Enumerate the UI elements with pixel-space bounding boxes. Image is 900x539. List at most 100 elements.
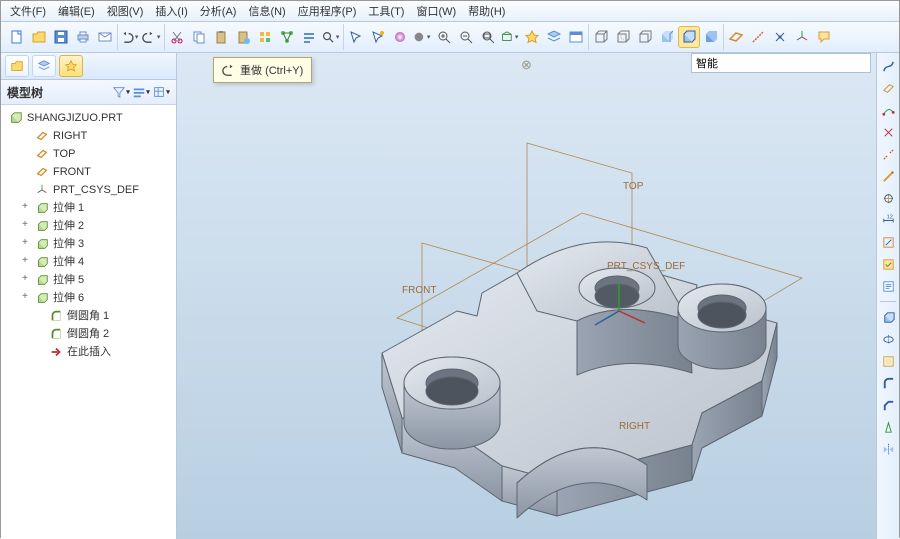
datum-plane-toggle-icon[interactable] xyxy=(726,27,746,47)
hidden-line-icon[interactable] xyxy=(613,27,633,47)
search-bar xyxy=(691,52,871,74)
extrude-tool-icon[interactable] xyxy=(879,308,897,326)
label-csys: PRT_CSYS_DEF xyxy=(607,261,685,272)
parameters-icon[interactable] xyxy=(299,27,319,47)
tree-root[interactable]: SHANGJIZUO.PRT xyxy=(1,109,176,127)
menu-help[interactable]: 帮助(H) xyxy=(463,1,510,21)
tree-twisty[interactable]: + xyxy=(19,289,31,307)
wireframe-icon[interactable] xyxy=(591,27,611,47)
datum-point-toggle-icon[interactable] xyxy=(770,27,790,47)
mirror-icon[interactable] xyxy=(879,440,897,458)
datum-axis-toggle-icon[interactable] xyxy=(748,27,768,47)
menu-view[interactable]: 视图(V) xyxy=(102,1,149,21)
chamfer-icon[interactable] xyxy=(879,396,897,414)
tree-node[interactable]: 倒圆角 1 xyxy=(1,307,176,325)
new-file-icon[interactable] xyxy=(7,27,27,47)
view-mgr-icon[interactable] xyxy=(566,27,586,47)
undo-icon[interactable]: ▾ xyxy=(120,27,140,47)
tree-twisty[interactable]: + xyxy=(19,199,31,217)
tree-twisty[interactable]: + xyxy=(19,235,31,253)
label-top: TOP xyxy=(623,181,643,192)
no-hidden-icon[interactable] xyxy=(635,27,655,47)
viewport-3d[interactable]: ⊗ xyxy=(177,53,876,539)
select-chain-icon[interactable] xyxy=(368,27,388,47)
orient-icon[interactable]: ▾ xyxy=(500,27,520,47)
mail-icon[interactable] xyxy=(95,27,115,47)
dim-icon[interactable]: 12 xyxy=(879,211,897,229)
tree-node[interactable]: 在此插入 xyxy=(1,343,176,361)
paste-special-icon[interactable] xyxy=(233,27,253,47)
tree-node[interactable]: +拉伸 3 xyxy=(1,235,176,253)
annotations-toggle-icon[interactable] xyxy=(814,27,834,47)
tree-filter-icon[interactable]: ▾ xyxy=(112,83,130,101)
tree-node[interactable]: 倒圆角 2 xyxy=(1,325,176,343)
draft-icon[interactable] xyxy=(879,418,897,436)
save-icon[interactable] xyxy=(51,27,71,47)
sketch-icon[interactable] xyxy=(879,233,897,251)
tree-node[interactable]: RIGHT xyxy=(1,127,176,145)
sweep-icon[interactable] xyxy=(879,189,897,207)
regenerate-icon[interactable] xyxy=(255,27,275,47)
axis-red-icon[interactable] xyxy=(879,145,897,163)
tree-settings-icon[interactable]: ▾ xyxy=(152,83,170,101)
appearance-icon[interactable] xyxy=(390,27,410,47)
tree-node[interactable]: +拉伸 4 xyxy=(1,253,176,271)
find-icon[interactable]: ▾ xyxy=(321,27,341,47)
tree-node[interactable]: FRONT xyxy=(1,163,176,181)
note-icon[interactable] xyxy=(879,277,897,295)
tree-show-icon[interactable]: ▾ xyxy=(132,83,150,101)
edit-icon[interactable] xyxy=(879,255,897,273)
spline-icon[interactable] xyxy=(879,57,897,75)
menu-tools[interactable]: 工具(T) xyxy=(363,1,409,21)
tree-twisty[interactable]: + xyxy=(19,217,31,235)
saved-view-icon[interactable] xyxy=(522,27,542,47)
shell-icon[interactable] xyxy=(879,352,897,370)
revolve-icon[interactable] xyxy=(879,330,897,348)
tree-node[interactable]: +拉伸 1 xyxy=(1,199,176,217)
tab-layers-icon[interactable] xyxy=(32,55,56,77)
plane-icon[interactable] xyxy=(879,79,897,97)
svg-text:12: 12 xyxy=(886,214,892,220)
tree-twisty[interactable]: + xyxy=(19,253,31,271)
zoom-fit-icon[interactable] xyxy=(478,27,498,47)
open-file-icon[interactable] xyxy=(29,27,49,47)
tree-node[interactable]: PRT_CSYS_DEF xyxy=(1,181,176,199)
tree-node[interactable]: TOP xyxy=(1,145,176,163)
enhanced-icon[interactable] xyxy=(701,27,721,47)
tab-folder-icon[interactable] xyxy=(5,55,29,77)
model-tree-panel: 模型树 ▾ ▾ ▾ SHANGJIZUO.PRT RIGHTTOPFRONTPR… xyxy=(1,53,177,539)
zoom-in-icon[interactable] xyxy=(434,27,454,47)
axis-yellow-icon[interactable] xyxy=(879,167,897,185)
tree-twisty[interactable]: + xyxy=(19,271,31,289)
redo-icon[interactable]: ▾ xyxy=(142,27,162,47)
layer-icon[interactable] xyxy=(544,27,564,47)
menu-file[interactable]: 文件(F) xyxy=(5,1,51,21)
print-icon[interactable] xyxy=(73,27,93,47)
menu-app[interactable]: 应用程序(P) xyxy=(293,1,362,21)
menu-analysis[interactable]: 分析(A) xyxy=(195,1,242,21)
tab-favorites-icon[interactable] xyxy=(59,55,83,77)
point-icon[interactable] xyxy=(879,123,897,141)
select-icon[interactable] xyxy=(346,27,366,47)
menu-info[interactable]: 信息(N) xyxy=(243,1,290,21)
zoom-out-icon[interactable] xyxy=(456,27,476,47)
search-input[interactable] xyxy=(691,53,871,73)
curve-icon[interactable] xyxy=(879,101,897,119)
cut-icon[interactable] xyxy=(167,27,187,47)
menu-edit[interactable]: 编辑(E) xyxy=(53,1,100,21)
menu-window[interactable]: 窗口(W) xyxy=(411,1,461,21)
model-tree[interactable]: SHANGJIZUO.PRT RIGHTTOPFRONTPRT_CSYS_DEF… xyxy=(1,105,176,539)
tree-node[interactable]: +拉伸 2 xyxy=(1,217,176,235)
tree-node[interactable]: +拉伸 6 xyxy=(1,289,176,307)
csys-toggle-icon[interactable] xyxy=(792,27,812,47)
menu-insert[interactable]: 插入(I) xyxy=(150,1,192,21)
round-icon[interactable] xyxy=(879,374,897,392)
shaded-edges-icon[interactable] xyxy=(679,27,699,47)
copy-icon[interactable] xyxy=(189,27,209,47)
paste-icon[interactable] xyxy=(211,27,231,47)
relations-icon[interactable] xyxy=(277,27,297,47)
shaded-icon[interactable] xyxy=(657,27,677,47)
appearance-dd-icon[interactable]: ▾ xyxy=(412,27,432,47)
insert-here-icon xyxy=(48,344,64,360)
tree-node[interactable]: +拉伸 5 xyxy=(1,271,176,289)
